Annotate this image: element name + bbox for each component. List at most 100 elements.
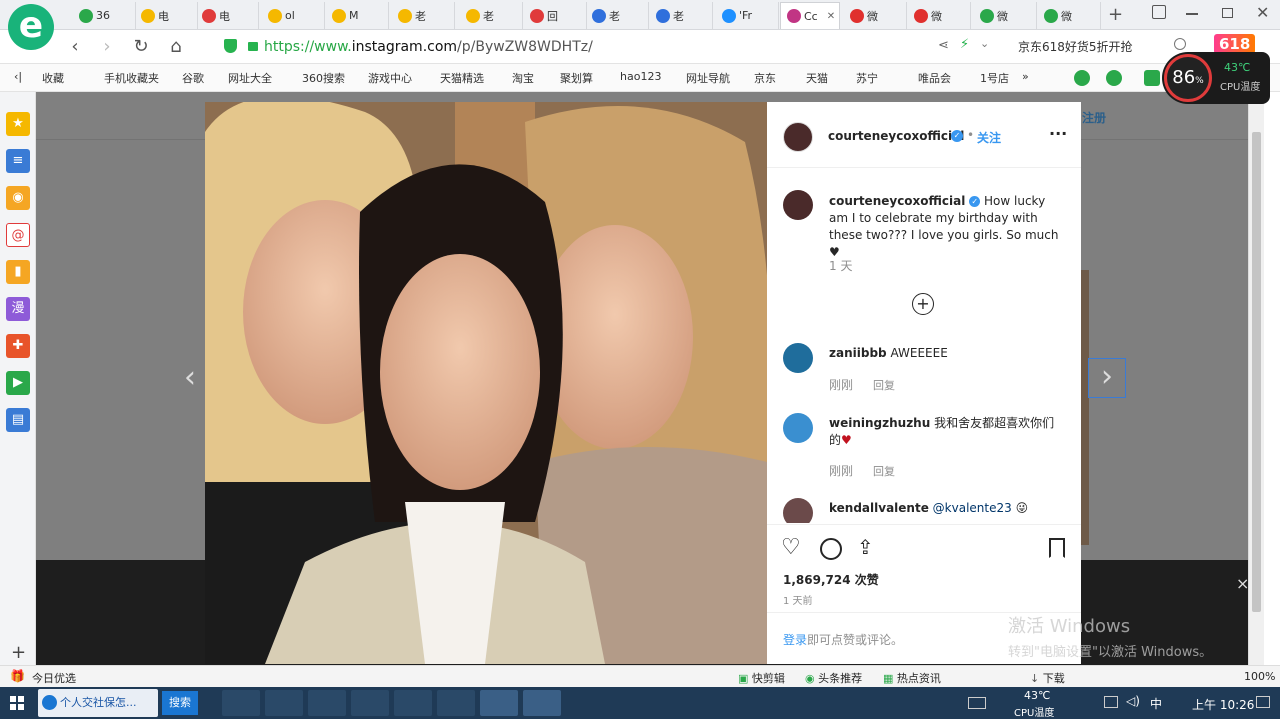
favorite-link[interactable]: 1号店 <box>980 70 1009 86</box>
browser-tab[interactable]: 电 <box>135 2 198 29</box>
favorite-link[interactable]: 收藏 <box>42 70 64 86</box>
status-item-clip[interactable]: ▣ 快剪辑 <box>738 670 785 686</box>
taskbar-app-7[interactable] <box>437 690 475 716</box>
browser-tab[interactable]: 老 <box>650 2 713 29</box>
mail-icon[interactable]: @ <box>6 223 30 247</box>
browser-tab[interactable]: 老 <box>392 2 455 29</box>
author-username[interactable]: courteneycoxofficial <box>828 129 964 143</box>
new-tab-button[interactable]: + <box>1108 4 1123 25</box>
extension-icon-2[interactable] <box>1106 70 1122 86</box>
browser-logo[interactable]: e <box>8 4 54 50</box>
page-scrollbar[interactable] <box>1248 92 1264 665</box>
follow-button[interactable]: 关注 <box>977 129 1001 146</box>
browser-tab[interactable]: 36 <box>73 2 136 29</box>
share-icon[interactable]: ⋖ <box>938 38 949 53</box>
comment-username[interactable]: zaniibbb <box>829 346 887 360</box>
extension-icon-1[interactable] <box>1074 70 1090 86</box>
comic-icon[interactable]: 漫 <box>6 297 30 321</box>
favbar-toggle-icon[interactable]: ‹| <box>14 70 22 83</box>
favorite-link[interactable]: 手机收藏夹 <box>104 70 159 86</box>
extension-icon-3[interactable] <box>1144 70 1160 86</box>
favorite-link[interactable]: 苏宁 <box>856 70 878 86</box>
post-photo[interactable] <box>205 102 767 664</box>
load-more-comments-icon[interactable]: + <box>912 293 934 315</box>
taskbar-app-360[interactable] <box>222 690 260 716</box>
clock[interactable]: 上午 10:26 <box>1192 696 1254 713</box>
close-tab-icon[interactable]: ✕ <box>827 11 835 22</box>
close-window-icon[interactable]: ✕ <box>1256 3 1269 22</box>
favorite-link[interactable]: 游戏中心 <box>368 70 412 86</box>
gift-icon[interactable]: 🎁 <box>10 669 25 683</box>
login-link[interactable]: 登录 <box>783 633 807 647</box>
browser-tab[interactable]: 微 <box>844 2 907 29</box>
windows-start-icon[interactable] <box>10 696 24 710</box>
status-item-hot[interactable]: ▦ 热点资讯 <box>883 670 941 686</box>
favorite-link[interactable]: 天猫 <box>806 70 828 86</box>
bookmark-icon[interactable] <box>1049 538 1065 558</box>
favorite-link[interactable]: 360搜索 <box>302 70 345 86</box>
home-button[interactable]: ⌂ <box>165 36 187 58</box>
minimize-icon[interactable] <box>1186 13 1198 15</box>
search-icon[interactable] <box>1174 38 1186 50</box>
restore-icon[interactable] <box>1222 8 1233 18</box>
comment-bubble-icon[interactable] <box>820 538 842 560</box>
like-heart-icon[interactable]: ♡ <box>781 535 801 560</box>
novel-icon[interactable]: ▮ <box>6 260 30 284</box>
favbar-more[interactable]: » <box>1022 70 1029 83</box>
zoom-level[interactable]: 100% <box>1244 670 1275 683</box>
favorite-link[interactable]: 网址大全 <box>228 70 272 86</box>
favorite-link[interactable]: hao123 <box>620 70 661 83</box>
caption-username[interactable]: courteneycoxofficial <box>829 194 965 208</box>
keyboard-icon[interactable] <box>968 697 986 709</box>
comment-reply-button[interactable]: 回复 <box>873 377 895 393</box>
favorite-link[interactable]: 聚划算 <box>560 70 593 86</box>
caption-author-avatar[interactable] <box>783 190 813 220</box>
document-icon[interactable]: ▤ <box>6 408 30 432</box>
browser-tab[interactable]: 微 <box>974 2 1037 29</box>
status-left-link[interactable]: 今日优选 <box>32 670 76 686</box>
favorite-link[interactable]: 谷歌 <box>182 70 204 86</box>
browser-tab[interactable]: 'Fr <box>716 2 779 29</box>
refresh-button[interactable]: ↻ <box>130 36 152 58</box>
notification-icon[interactable] <box>1256 696 1270 708</box>
favorite-link[interactable]: 淘宝 <box>512 70 534 86</box>
comment-mention[interactable]: @kvalente23 <box>933 501 1012 515</box>
prev-arrow-icon[interactable]: ‹ <box>184 360 196 395</box>
favorite-link[interactable]: 唯品会 <box>918 70 951 86</box>
favorite-link[interactable]: 网址导航 <box>686 70 730 86</box>
taskbar-app-8[interactable] <box>480 690 518 716</box>
forward-button[interactable]: › <box>96 36 118 58</box>
taskbar-app-5[interactable] <box>351 690 389 716</box>
volume-icon[interactable]: ◁) <box>1126 694 1140 708</box>
more-options-icon[interactable]: ··· <box>1049 124 1067 143</box>
close-overlay-button[interactable]: × <box>1236 574 1248 593</box>
browser-tab[interactable]: 微 <box>908 2 971 29</box>
taskbar-browser-item[interactable]: 个人交社保怎... <box>38 689 158 717</box>
likes-count[interactable]: 1,869,724 次赞 <box>783 571 879 588</box>
browser-tab[interactable]: 电 <box>196 2 259 29</box>
header-signup-link[interactable]: 注册 <box>1082 109 1106 126</box>
cpu-monitor-widget[interactable]: 86% 43℃ CPU温度 <box>1162 52 1270 104</box>
browser-tab[interactable]: ol <box>262 2 325 29</box>
ime-indicator[interactable]: 中 <box>1150 695 1162 712</box>
comment-username[interactable]: weiningzhuzhu <box>829 416 930 430</box>
game-icon[interactable]: ✚ <box>6 334 30 358</box>
favorite-link[interactable]: 天猫精选 <box>440 70 484 86</box>
browser-tab[interactable]: 回 <box>524 2 587 29</box>
taskbar-search-button[interactable]: 搜索 <box>162 691 198 715</box>
add-sidebar-button[interactable]: + <box>11 642 26 663</box>
comment-username[interactable]: kendallvalente <box>829 501 929 515</box>
taskbar-app-cmd[interactable] <box>265 690 303 716</box>
dropdown-icon[interactable]: ⌄ <box>980 37 989 50</box>
comment-avatar[interactable] <box>783 343 813 373</box>
share-upload-icon[interactable]: ⇪ <box>857 535 874 559</box>
browser-tab[interactable]: 老 <box>586 2 649 29</box>
video-icon[interactable]: ▶ <box>6 371 30 395</box>
back-button[interactable]: ‹ <box>64 36 86 58</box>
taskbar-app-explorer[interactable] <box>308 690 346 716</box>
status-item-download[interactable]: ↓ 下载 <box>1030 670 1065 686</box>
comment-reply-button[interactable]: 回复 <box>873 463 895 479</box>
next-arrow-icon[interactable]: › <box>1088 358 1126 398</box>
weibo-icon[interactable]: ◉ <box>6 186 30 210</box>
network-icon[interactable] <box>1104 696 1118 708</box>
